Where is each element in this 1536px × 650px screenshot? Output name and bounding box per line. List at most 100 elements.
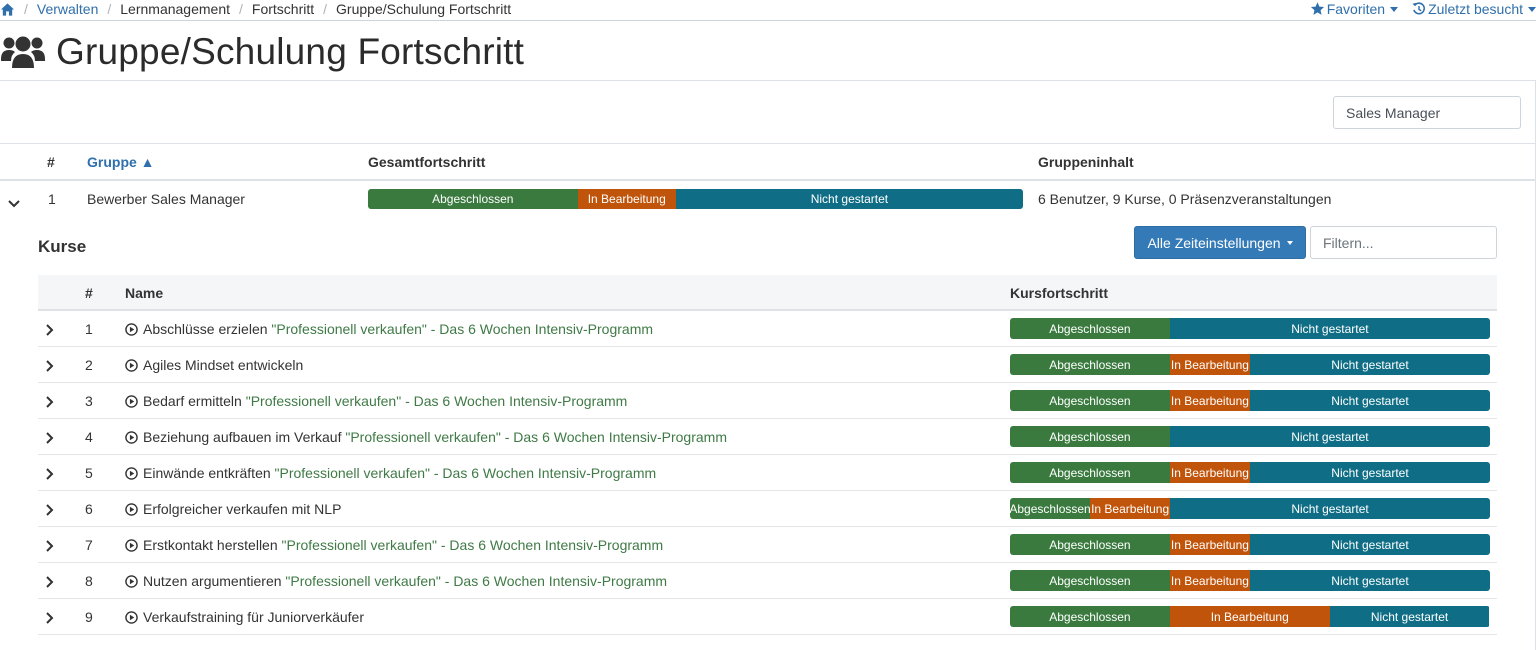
course-row[interactable]: 7 Erstkontakt herstellen "Professionell v… [38, 527, 1497, 563]
chevron-right-icon [46, 504, 54, 516]
progress-segment-nicht-gestartet: Nicht gestartet [1169, 426, 1490, 447]
group-row[interactable]: 1 Bewerber Sales Manager Abgeschlossen In… [0, 181, 1536, 218]
home-icon[interactable] [0, 2, 15, 17]
breadcrumb-separator: / [24, 1, 28, 17]
time-settings-button[interactable]: Alle Zeiteinstellungen [1134, 226, 1306, 259]
expand-toggle[interactable] [46, 539, 54, 555]
breadcrumb-item-verwalten[interactable]: Verwalten [37, 1, 98, 17]
main-panel: # Gruppe ▲ Gesamtfortschritt Gruppeninha… [0, 80, 1536, 650]
progress-segment-abgeschlossen: Abgeschlossen [1010, 462, 1170, 483]
play-circle-icon [125, 467, 138, 480]
column-header-kursfortschritt: Kursfortschritt [1010, 285, 1109, 301]
recent-menu[interactable]: Zuletzt besucht [1412, 1, 1536, 17]
course-name-cell[interactable]: Einwände entkräften "Professionell verka… [125, 465, 656, 481]
expand-toggle[interactable] [46, 503, 54, 519]
chevron-right-icon [46, 432, 54, 444]
play-circle-icon [125, 611, 138, 624]
expand-toggle[interactable] [46, 395, 54, 411]
play-circle-icon [125, 395, 138, 408]
course-name: Abschlüsse erzielen [143, 321, 268, 337]
course-program-subtitle: "Professionell verkaufen" - Das 6 Wochen… [274, 465, 657, 481]
progress-segment-abgeschlossen: Abgeschlossen [1010, 426, 1170, 447]
progress-segment-abgeschlossen: Abgeschlossen [1010, 354, 1170, 375]
progress-segment-nicht-gestartet: Nicht gestartet [675, 189, 1023, 209]
progress-segment-abgeschlossen: Abgeschlossen [1010, 390, 1170, 411]
expand-toggle[interactable] [46, 575, 54, 591]
progress-segment-nicht-gestartet: Nicht gestartet [1249, 390, 1490, 411]
course-row[interactable]: 1 Abschlüsse erzielen "Professionell verk… [38, 311, 1497, 347]
course-program-subtitle: "Professionell verkaufen" - Das 6 Wochen… [245, 393, 628, 409]
progress-segment-in-bearbeitung: In Bearbeitung [1169, 606, 1330, 627]
progress-segment-in-bearbeitung: In Bearbeitung [1169, 390, 1250, 411]
favorites-label: Favoriten [1326, 1, 1386, 17]
star-icon [1310, 2, 1324, 15]
progress-segment-nicht-gestartet: Nicht gestartet [1249, 534, 1490, 555]
play-circle-icon [125, 431, 138, 444]
course-number: 5 [85, 465, 93, 481]
breadcrumb-item-lernmanagement[interactable]: Lernmanagement [120, 1, 230, 17]
course-row[interactable]: 4 Beziehung aufbauen im Verkauf "Professi… [38, 419, 1497, 455]
course-progress-bar: Abgeschlossen Nicht gestartet [1010, 318, 1490, 339]
progress-segment-in-bearbeitung: In Bearbeitung [1169, 570, 1250, 591]
favorites-menu[interactable]: Favoriten [1310, 1, 1399, 17]
column-header-gruppeninhalt: Gruppeninhalt [1038, 154, 1134, 170]
course-name: Verkaufstraining für Juniorverkäufer [143, 609, 364, 625]
course-progress-bar: Abgeschlossen In Bearbeitung Nicht gestart… [1010, 354, 1490, 375]
course-name-cell[interactable]: Erfolgreicher verkaufen mit NLP [125, 501, 341, 517]
chevron-right-icon [46, 468, 54, 480]
expand-toggle[interactable] [46, 323, 54, 339]
page-title: Gruppe/Schulung Fortschritt [56, 31, 525, 72]
top-right-menu: Favoriten Zuletzt besucht [1296, 1, 1536, 17]
expand-toggle[interactable] [46, 431, 54, 447]
top-bar: / Verwalten / Lernmanagement / Fortschri… [0, 0, 1536, 21]
breadcrumb-item-fortschritt[interactable]: Fortschritt [252, 1, 314, 17]
breadcrumb-separator: / [323, 1, 328, 17]
play-circle-icon [125, 575, 138, 588]
course-name-cell[interactable]: Abschlüsse erzielen "Professionell verka… [125, 321, 653, 337]
course-row[interactable]: 8 Nutzen argumentieren "Professionell ver… [38, 563, 1497, 599]
column-header-gruppe-label: Gruppe [87, 154, 137, 170]
play-circle-icon [125, 323, 138, 336]
course-name: Agiles Mindset entwickeln [143, 357, 304, 373]
course-program-subtitle: "Professionell verkaufen" - Das 6 Wochen… [345, 429, 727, 445]
progress-segment-abgeschlossen: Abgeschlossen [1010, 534, 1170, 555]
course-name-cell[interactable]: Bedarf ermitteln "Professionell verkaufe… [125, 393, 627, 409]
course-name-cell[interactable]: Beziehung aufbauen im Verkauf "Professio… [125, 429, 727, 445]
course-name-cell[interactable]: Agiles Mindset entwickeln [125, 357, 303, 373]
course-row[interactable]: 6 Erfolgreicher verkaufen mit NLP Abgeschl… [38, 491, 1497, 527]
caret-down-icon [1390, 6, 1399, 12]
progress-segment-in-bearbeitung: In Bearbeitung [1169, 354, 1250, 375]
chevron-down-icon [8, 200, 20, 208]
course-row[interactable]: 5 Einwände entkräften "Professionell verk… [38, 455, 1497, 491]
course-name-cell[interactable]: Erstkontakt herstellen "Professionell ve… [125, 537, 663, 553]
group-row-name: Bewerber Sales Manager [87, 191, 245, 207]
progress-segment-nicht-gestartet: Nicht gestartet [1249, 354, 1490, 375]
expand-toggle[interactable] [46, 359, 54, 375]
course-progress-bar: Abgeschlossen In Bearbeitung Nicht gestart… [1010, 534, 1490, 555]
progress-segment-nicht-gestartet: Nicht gestartet [1329, 606, 1490, 627]
expand-toggle[interactable] [46, 611, 54, 627]
course-program-subtitle: "Professionell verkaufen" - Das 6 Wochen… [285, 573, 668, 589]
group-search-input[interactable] [1333, 96, 1521, 129]
column-header-gesamtfortschritt: Gesamtfortschritt [368, 154, 486, 170]
chevron-right-icon [46, 612, 54, 624]
collapse-toggle[interactable] [8, 195, 20, 211]
course-row[interactable]: 9 Verkaufstraining für Juniorverkäufer Abg… [38, 599, 1497, 635]
course-progress-bar: Abgeschlossen In Bearbeitung Nicht gestart… [1010, 498, 1490, 519]
course-progress-bar: Abgeschlossen In Bearbeitung Nicht gestart… [1010, 606, 1490, 627]
course-name: Bedarf ermitteln [143, 393, 242, 409]
course-program-subtitle: "Professionell verkaufen" - Das 6 Wochen… [281, 537, 664, 553]
expand-toggle[interactable] [46, 467, 54, 483]
chevron-right-icon [46, 360, 54, 372]
course-number: 7 [85, 537, 93, 553]
course-filter-input[interactable] [1310, 226, 1497, 259]
course-row[interactable]: 3 Bedarf ermitteln "Professionell verkauf… [38, 383, 1497, 419]
play-circle-icon [125, 503, 138, 516]
group-row-number: 1 [48, 191, 56, 207]
course-name-cell[interactable]: Nutzen argumentieren "Professionell verk… [125, 573, 667, 589]
column-header-gruppe[interactable]: Gruppe ▲ [87, 154, 155, 170]
course-row[interactable]: 2 Agiles Mindset entwickeln Abgeschlossen I… [38, 347, 1497, 383]
progress-segment-nicht-gestartet: Nicht gestartet [1249, 570, 1490, 591]
course-name-cell[interactable]: Verkaufstraining für Juniorverkäufer [125, 609, 364, 625]
course-progress-bar: Abgeschlossen In Bearbeitung Nicht gestart… [1010, 570, 1490, 591]
